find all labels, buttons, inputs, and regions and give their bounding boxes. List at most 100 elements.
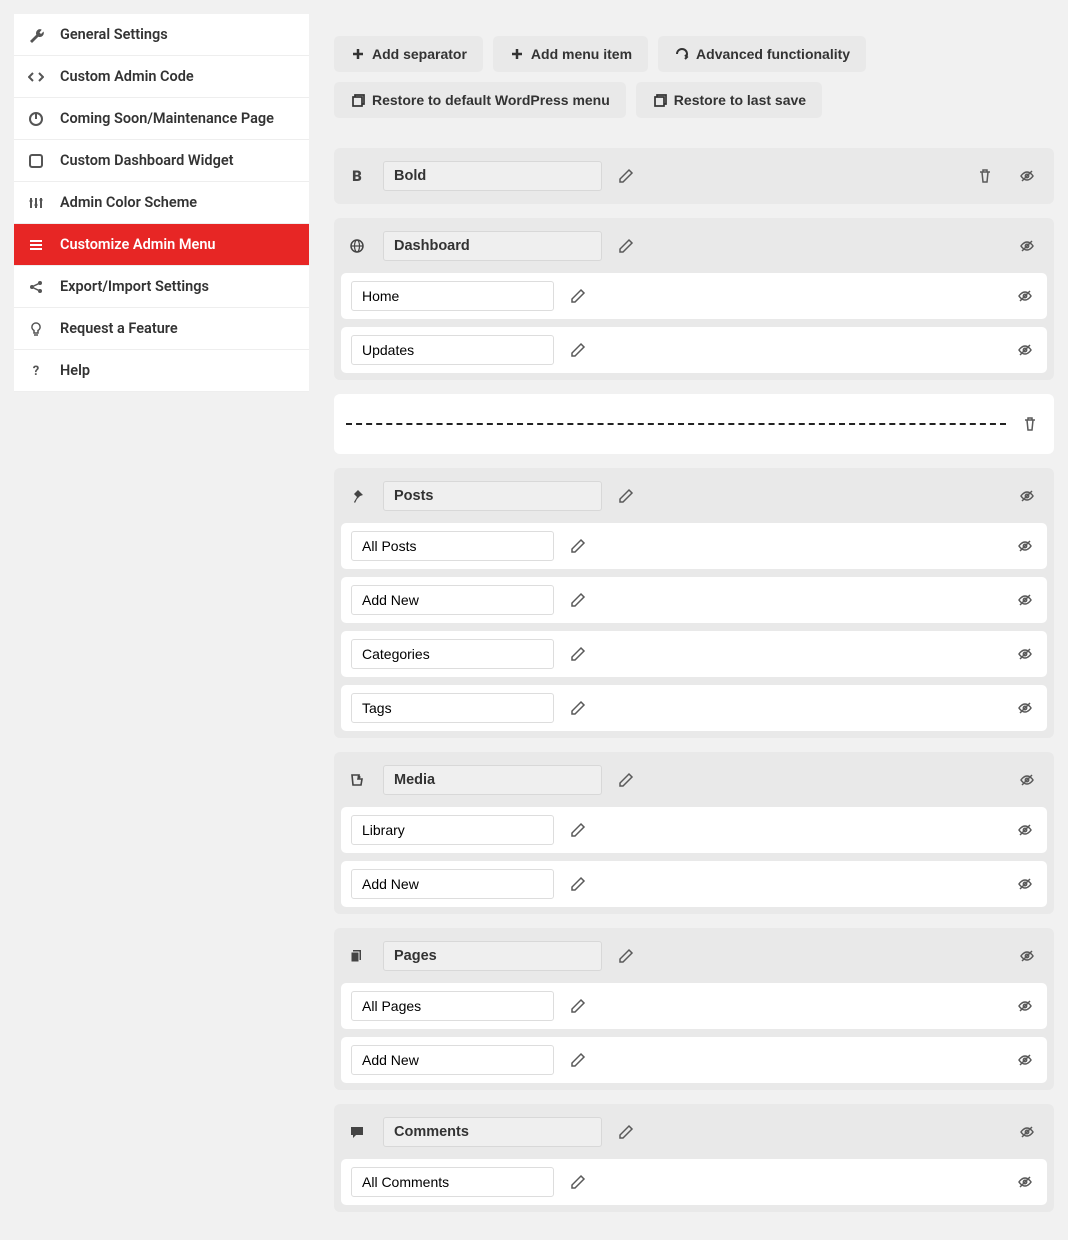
add-separator-button[interactable]: Add separator (334, 36, 483, 72)
menu-section-title-input[interactable] (383, 481, 602, 511)
hide-submenu-button[interactable] (1013, 534, 1037, 558)
submenu-title-input[interactable] (351, 869, 554, 899)
submenu-title-input[interactable] (351, 1045, 554, 1075)
menu-section-header[interactable] (341, 475, 1047, 517)
sidebar-item-admin-color-scheme[interactable]: Admin Color Scheme (14, 182, 309, 224)
submenu-title-input[interactable] (351, 693, 554, 723)
sidebar-item-customize-admin-menu[interactable]: Customize Admin Menu (14, 224, 309, 266)
edit-menu-section-button[interactable] (614, 1120, 638, 1144)
menu-section-header[interactable]: B (341, 155, 1047, 197)
hide-menu-section-button[interactable] (1015, 944, 1039, 968)
hide-menu-section-button[interactable] (1015, 1120, 1039, 1144)
menu-section-header[interactable] (341, 935, 1047, 977)
edit-submenu-button[interactable] (566, 1170, 590, 1194)
edit-submenu-button[interactable] (566, 696, 590, 720)
hide-menu-section-button[interactable] (1015, 234, 1039, 258)
edit-submenu-button[interactable] (566, 588, 590, 612)
submenu-row[interactable] (341, 685, 1047, 731)
sidebar-item-label: Custom Admin Code (60, 68, 194, 85)
submenu-title-input[interactable] (351, 531, 554, 561)
sidebar-item-help[interactable]: ? Help (14, 350, 309, 392)
submenu-title-input[interactable] (351, 1167, 554, 1197)
submenu-title-input[interactable] (351, 991, 554, 1021)
sidebar-item-coming-soon[interactable]: Coming Soon/Maintenance Page (14, 98, 309, 140)
sidebar-item-label: Help (60, 362, 90, 379)
edit-submenu-button[interactable] (566, 338, 590, 362)
submenu-row[interactable] (341, 1037, 1047, 1083)
sidebar-item-export-import-settings[interactable]: Export/Import Settings (14, 266, 309, 308)
edit-menu-section-button[interactable] (614, 768, 638, 792)
hide-submenu-button[interactable] (1013, 284, 1037, 308)
hide-submenu-button[interactable] (1013, 588, 1037, 612)
refresh-icon (674, 46, 690, 62)
hide-menu-section-button[interactable] (1015, 164, 1039, 188)
hide-submenu-button[interactable] (1013, 338, 1037, 362)
advanced-functionality-button[interactable]: Advanced functionality (658, 36, 866, 72)
sidebar-item-request-a-feature[interactable]: Request a Feature (14, 308, 309, 350)
hide-submenu-button[interactable] (1013, 872, 1037, 896)
submenu-row[interactable] (341, 983, 1047, 1029)
submenu-row[interactable] (341, 861, 1047, 907)
sidebar-item-label: Coming Soon/Maintenance Page (60, 110, 274, 127)
menu-section-header[interactable] (341, 1111, 1047, 1153)
menu-section: B (334, 148, 1054, 204)
hide-submenu-button[interactable] (1013, 1048, 1037, 1072)
restore-last-save-button[interactable]: Restore to last save (636, 82, 822, 118)
submenu-row[interactable] (341, 1159, 1047, 1205)
menu-section-header[interactable] (341, 225, 1047, 267)
edit-submenu-button[interactable] (566, 284, 590, 308)
sidebar-item-general-settings[interactable]: General Settings (14, 14, 309, 56)
delete-menu-section-button[interactable] (973, 164, 997, 188)
edit-submenu-button[interactable] (566, 642, 590, 666)
hide-submenu-button[interactable] (1013, 696, 1037, 720)
edit-submenu-button[interactable] (566, 534, 590, 558)
menu-section-title-input[interactable] (383, 765, 602, 795)
submenu-row[interactable] (341, 273, 1047, 319)
hide-menu-section-button[interactable] (1015, 484, 1039, 508)
pages-icon (349, 948, 371, 964)
menu-section-title-input[interactable] (383, 941, 602, 971)
submenu-title-input[interactable] (351, 335, 554, 365)
media-icon (349, 772, 371, 788)
edit-submenu-button[interactable] (566, 994, 590, 1018)
menu-section-title-input[interactable] (383, 231, 602, 261)
submenu-row[interactable] (341, 807, 1047, 853)
menu-section (334, 752, 1054, 914)
submenu-row[interactable] (341, 577, 1047, 623)
edit-submenu-button[interactable] (566, 818, 590, 842)
menu-separator[interactable] (334, 394, 1054, 454)
hide-submenu-button[interactable] (1013, 1170, 1037, 1194)
sidebar-item-label: Admin Color Scheme (60, 194, 197, 211)
menu-section-title-input[interactable] (383, 1117, 602, 1147)
globe-icon (349, 238, 371, 254)
svg-text:?: ? (33, 364, 39, 379)
edit-menu-section-button[interactable] (614, 234, 638, 258)
submenu-row[interactable] (341, 523, 1047, 569)
edit-menu-section-button[interactable] (614, 944, 638, 968)
comment-icon (349, 1124, 371, 1140)
submenu-row[interactable] (341, 327, 1047, 373)
edit-submenu-button[interactable] (566, 1048, 590, 1072)
edit-submenu-button[interactable] (566, 872, 590, 896)
settings-sidebar: General Settings Custom Admin Code Comin… (14, 14, 309, 1226)
sidebar-item-custom-dashboard-widget[interactable]: Custom Dashboard Widget (14, 140, 309, 182)
submenu-title-input[interactable] (351, 815, 554, 845)
submenu-row[interactable] (341, 631, 1047, 677)
edit-menu-section-button[interactable] (614, 484, 638, 508)
sidebar-item-custom-admin-code[interactable]: Custom Admin Code (14, 56, 309, 98)
delete-separator-button[interactable] (1018, 412, 1042, 436)
menu-section-header[interactable] (341, 759, 1047, 801)
hide-submenu-button[interactable] (1013, 994, 1037, 1018)
question-icon: ? (28, 363, 46, 379)
hide-submenu-button[interactable] (1013, 642, 1037, 666)
submenu-title-input[interactable] (351, 585, 554, 615)
svg-text:B: B (352, 168, 362, 184)
submenu-title-input[interactable] (351, 639, 554, 669)
menu-section-title-input[interactable] (383, 161, 602, 191)
add-menu-item-button[interactable]: Add menu item (493, 36, 648, 72)
restore-default-button[interactable]: Restore to default WordPress menu (334, 82, 626, 118)
edit-menu-section-button[interactable] (614, 164, 638, 188)
hide-menu-section-button[interactable] (1015, 768, 1039, 792)
hide-submenu-button[interactable] (1013, 818, 1037, 842)
submenu-title-input[interactable] (351, 281, 554, 311)
